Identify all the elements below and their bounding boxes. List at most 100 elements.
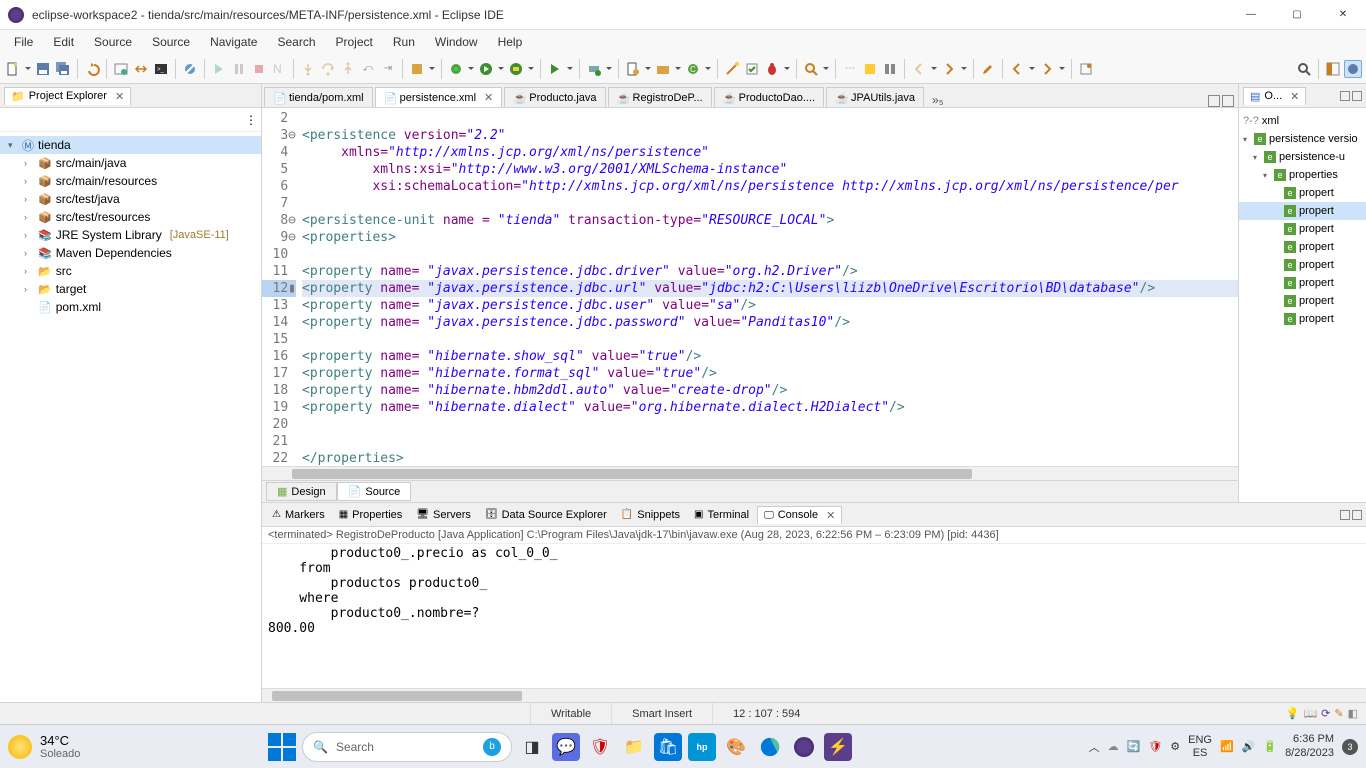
editor-tab[interactable]: ☕JPAUtils.java: [826, 87, 924, 107]
bottom-tab-console[interactable]: 🖵Console✕: [757, 506, 842, 524]
new-dropdown[interactable]: [24, 60, 32, 78]
quick-access-icon[interactable]: [1295, 60, 1313, 78]
project-root[interactable]: ▾ Ⓜ tienda: [0, 136, 261, 154]
coverage-icon[interactable]: [507, 60, 525, 78]
wifi-icon[interactable]: 📶: [1220, 740, 1234, 753]
prev-dropdown[interactable]: [1028, 60, 1036, 78]
back-icon[interactable]: [910, 60, 928, 78]
back-dropdown[interactable]: [930, 60, 938, 78]
bottom-tab-terminal[interactable]: ▣Terminal: [688, 506, 755, 524]
undo-icon[interactable]: [83, 60, 101, 78]
menu-edit[interactable]: Edit: [43, 33, 84, 51]
stop-icon[interactable]: [250, 60, 268, 78]
view-menu-icon[interactable]: ⋮: [245, 113, 257, 127]
step-into-icon[interactable]: [299, 60, 317, 78]
search-icon[interactable]: [802, 60, 820, 78]
copilot-icon[interactable]: 🎨: [722, 733, 750, 761]
new-class-icon[interactable]: C: [684, 60, 702, 78]
source-tab[interactable]: 📄Source: [337, 482, 412, 501]
prev-annotation-icon[interactable]: [1008, 60, 1026, 78]
tree-item[interactable]: ›📚Maven Dependencies: [0, 244, 261, 262]
coverage-dropdown[interactable]: [527, 60, 535, 78]
outline-item[interactable]: epropert: [1239, 220, 1366, 238]
new-package-dropdown[interactable]: [674, 60, 682, 78]
bottom-tab-snippets[interactable]: 📋Snippets: [615, 506, 686, 524]
outline-item[interactable]: epropert: [1239, 202, 1366, 220]
new-server-dropdown[interactable]: [605, 60, 613, 78]
notes-icon[interactable]: ✎: [1334, 707, 1343, 720]
volume-icon[interactable]: 🔊: [1242, 740, 1256, 753]
outline-item[interactable]: epropert: [1239, 184, 1366, 202]
bug-icon[interactable]: [763, 60, 781, 78]
outline-tab[interactable]: ▤ O... ✕: [1243, 87, 1306, 105]
outline-item[interactable]: epropert: [1239, 310, 1366, 328]
debug-dropdown[interactable]: [467, 60, 475, 78]
run-dropdown[interactable]: [497, 60, 505, 78]
save-icon[interactable]: [34, 60, 52, 78]
settings-icon[interactable]: ⚙: [1170, 740, 1180, 753]
new-class-dropdown[interactable]: [704, 60, 712, 78]
horizontal-scrollbar[interactable]: [262, 466, 1238, 480]
tree-item[interactable]: ›📦src/main/resources: [0, 172, 261, 190]
last-edit-icon[interactable]: [979, 60, 997, 78]
resume-icon[interactable]: [210, 60, 228, 78]
editor-tab[interactable]: 📄tienda/pom.xml: [264, 87, 373, 107]
onedrive-icon[interactable]: ☁: [1108, 740, 1119, 753]
new-java-dropdown[interactable]: [644, 60, 652, 78]
debug-icon[interactable]: [447, 60, 465, 78]
outline-root[interactable]: ?-? ?-? xml xml: [1239, 112, 1366, 130]
bug-dropdown[interactable]: [783, 60, 791, 78]
edge-icon[interactable]: [756, 733, 784, 761]
bottom-tab-servers[interactable]: 🖥Servers: [410, 506, 477, 524]
new-icon[interactable]: [4, 60, 22, 78]
run-last-icon[interactable]: [546, 60, 564, 78]
project-explorer-tab[interactable]: 📁 Project Explorer ✕: [4, 87, 131, 105]
close-icon[interactable]: ✕: [484, 91, 493, 104]
menu-window[interactable]: Window: [425, 33, 488, 51]
step-over-icon[interactable]: [319, 60, 337, 78]
maximize-view-icon[interactable]: [1352, 91, 1362, 101]
minimize-view-icon[interactable]: [1340, 510, 1350, 520]
toggle-block-icon[interactable]: [881, 60, 899, 78]
menu-search[interactable]: Search: [267, 33, 325, 51]
next-dropdown[interactable]: [1058, 60, 1066, 78]
maximize-view-icon[interactable]: [1222, 95, 1234, 107]
build-dropdown[interactable]: [428, 60, 436, 78]
outline-item[interactable]: epropert: [1239, 274, 1366, 292]
code-editor[interactable]: 2 3⊖4 5 6 7 8⊖9⊖10 11 12▮13 14 15 16 17 …: [262, 108, 1238, 466]
pin-editor-icon[interactable]: [1077, 60, 1095, 78]
project-tree[interactable]: ▾ Ⓜ tienda ›📦src/main/java›📦src/main/res…: [0, 132, 261, 702]
wizard-icon[interactable]: [723, 60, 741, 78]
forward-dropdown[interactable]: [960, 60, 968, 78]
tip-icon[interactable]: 💡: [1286, 707, 1300, 720]
outline-item[interactable]: ▾epersistence-u: [1239, 148, 1366, 166]
close-icon[interactable]: ✕: [826, 509, 835, 522]
explorer-icon[interactable]: 📁: [620, 733, 648, 761]
new-server-icon[interactable]: [585, 60, 603, 78]
store-icon[interactable]: 🛍: [654, 733, 682, 761]
open-perspective-icon[interactable]: [1324, 60, 1342, 78]
close-icon[interactable]: ✕: [1290, 90, 1299, 103]
run-last-dropdown[interactable]: [566, 60, 574, 78]
link-icon[interactable]: [132, 60, 150, 78]
security-icon[interactable]: 🛡: [1148, 740, 1162, 753]
step-return-icon[interactable]: [339, 60, 357, 78]
menu-source2[interactable]: Source: [142, 33, 200, 51]
editor-tab[interactable]: 📄persistence.xml✕: [375, 87, 503, 107]
eclipse-icon[interactable]: [790, 733, 818, 761]
search-dropdown[interactable]: [822, 60, 830, 78]
app-icon[interactable]: ⚡: [824, 733, 852, 761]
bottom-tab-markers[interactable]: ⚠Markers: [266, 506, 331, 524]
overview-icon[interactable]: ◧: [1348, 707, 1358, 720]
save-all-icon[interactable]: [54, 60, 72, 78]
start-button[interactable]: [268, 733, 296, 761]
taskbar-search[interactable]: 🔍 Search b: [302, 732, 512, 762]
outline-item[interactable]: epropert: [1239, 238, 1366, 256]
outline-item[interactable]: ▾eproperties: [1239, 166, 1366, 184]
chevron-up-icon[interactable]: ︿: [1089, 739, 1100, 755]
outline-item[interactable]: epropert: [1239, 256, 1366, 274]
sync-icon[interactable]: ⟳: [1321, 707, 1330, 720]
toggle-breadcrumb-icon[interactable]: ⋯: [841, 60, 859, 78]
menu-help[interactable]: Help: [488, 33, 533, 51]
editor-tab[interactable]: ☕RegistroDeP...: [608, 87, 712, 107]
